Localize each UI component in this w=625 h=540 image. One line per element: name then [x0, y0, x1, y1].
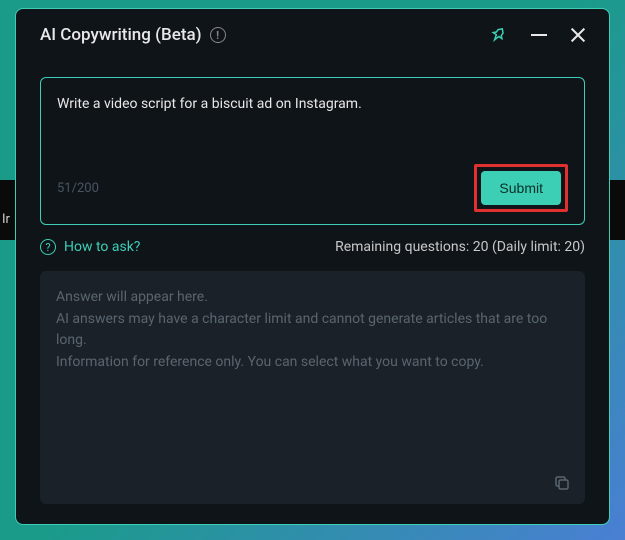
answer-line-2: AI answers may have a character limit an… — [56, 309, 569, 352]
ai-copywriting-dialog: AI Copywriting (Beta) ! Write a video sc… — [15, 8, 610, 525]
submit-button[interactable]: Submit — [481, 171, 561, 205]
answer-line-1: Answer will appear here. — [56, 287, 569, 309]
info-icon[interactable]: ! — [210, 27, 226, 43]
input-footer: 51/200 Submit — [57, 164, 568, 212]
pin-icon[interactable] — [489, 26, 507, 44]
answer-box: Answer will appear here. AI answers may … — [40, 271, 585, 504]
title-group: AI Copywriting (Beta) ! — [40, 25, 226, 45]
background-label: Ir — [2, 212, 10, 227]
answer-line-3: Information for reference only. You can … — [56, 352, 569, 374]
help-icon: ? — [40, 239, 56, 255]
window-controls — [489, 26, 585, 44]
prompt-input-box: Write a video script for a biscuit ad on… — [40, 77, 585, 225]
character-count: 51/200 — [57, 181, 99, 196]
minimize-icon[interactable] — [531, 34, 547, 36]
submit-highlight: Submit — [474, 164, 568, 212]
dialog-title: AI Copywriting (Beta) — [40, 25, 202, 45]
how-to-ask-label: How to ask? — [64, 239, 140, 255]
answer-placeholder: Answer will appear here. AI answers may … — [56, 287, 569, 374]
dialog-header: AI Copywriting (Beta) ! — [40, 25, 585, 45]
remaining-questions: Remaining questions: 20 (Daily limit: 20… — [335, 239, 585, 255]
prompt-input[interactable]: Write a video script for a biscuit ad on… — [57, 96, 568, 152]
copy-icon[interactable] — [553, 474, 571, 492]
how-to-ask-link[interactable]: ? How to ask? — [40, 239, 140, 255]
info-row: ? How to ask? Remaining questions: 20 (D… — [40, 239, 585, 255]
close-icon[interactable] — [571, 28, 585, 42]
